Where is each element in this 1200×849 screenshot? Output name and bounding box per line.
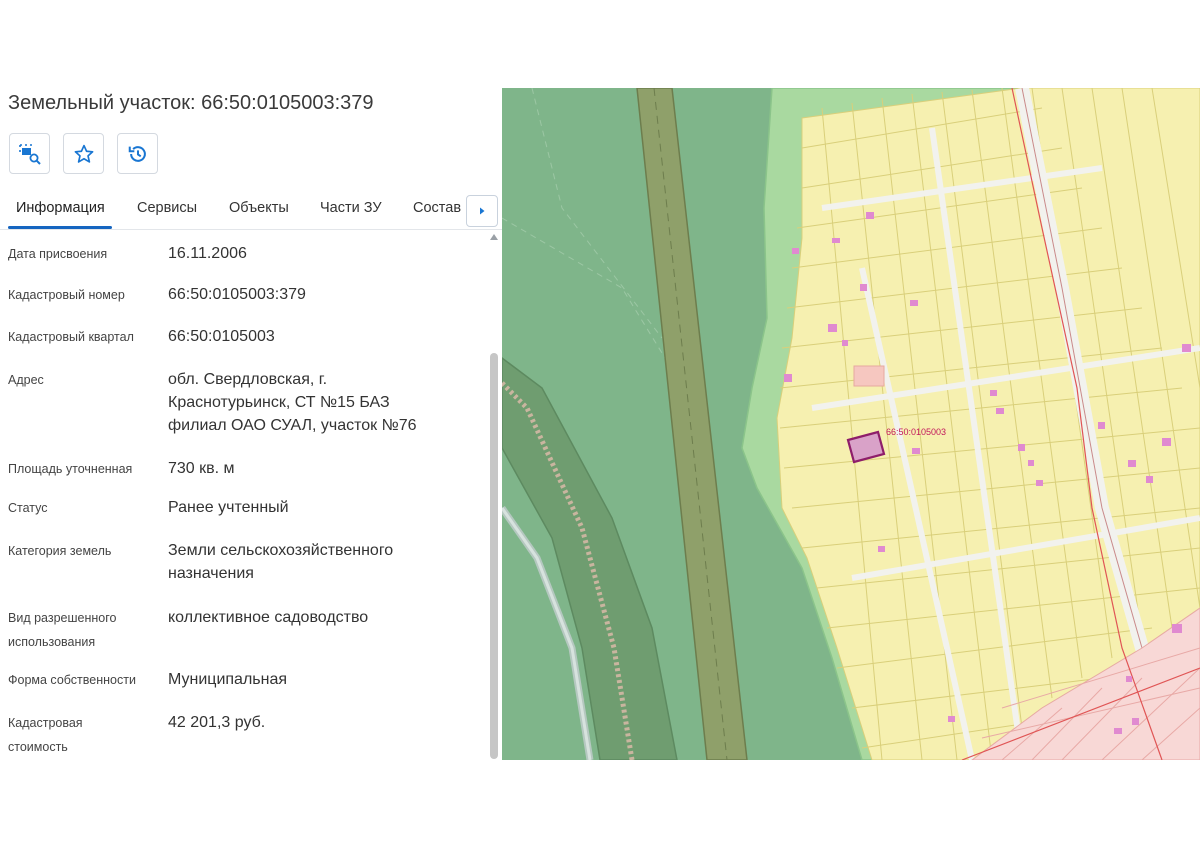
tab-services[interactable]: Сервисы: [137, 200, 197, 216]
history-button[interactable]: [117, 133, 158, 174]
favorite-button[interactable]: [63, 133, 104, 174]
field-label: Статус: [8, 501, 48, 515]
info-panel: Земельный участок: 66:50:0105003:379 Инф…: [0, 88, 502, 760]
toolbar: [9, 133, 158, 174]
scroll-up-arrow-icon[interactable]: [490, 234, 498, 240]
field-value: 42 201,3 руб.: [168, 714, 266, 731]
field-label: Форма собственности: [8, 673, 136, 687]
history-icon: [128, 145, 146, 162]
tab-land-parts[interactable]: Части ЗУ: [320, 200, 382, 216]
show-on-map-button[interactable]: [9, 133, 50, 174]
scrollbar-thumb[interactable]: [490, 353, 498, 759]
field-label: Адрес: [8, 373, 44, 387]
map-search-icon: [18, 143, 41, 165]
field-value: обл. Свердловская, г. Краснотурьинск, СТ…: [168, 371, 417, 434]
field-label: Дата присвоения: [8, 247, 108, 261]
field-label: Категория земель: [8, 544, 112, 558]
field-value: Муниципальная: [168, 671, 288, 688]
field-label: Вид разрешенного использования: [8, 611, 117, 649]
field-value: 16.11.2006: [168, 245, 247, 262]
field-value: коллективное садоводство: [168, 609, 369, 626]
panel-scrollbar[interactable]: [489, 234, 499, 760]
parcel-cadastral-label: 66:50:0105003: [886, 427, 946, 437]
field-value: 66:50:0105003:379: [168, 286, 306, 303]
field-value: 66:50:0105003: [168, 328, 275, 345]
field-label: Кадастровый номер: [8, 288, 125, 302]
field-value: Земли сельскохозяйственного назначения: [168, 542, 394, 582]
field-value: Ранее учтенный: [168, 499, 289, 516]
chevron-right-icon: [480, 207, 485, 215]
page-title: Земельный участок: 66:50:0105003:379: [8, 92, 374, 114]
tab-scroll-right-button[interactable]: [466, 195, 498, 227]
field-value: 730 кв. м: [168, 460, 235, 477]
field-label: Площадь уточненная: [8, 462, 133, 476]
tab-bar: Информация Сервисы Объекты Части ЗУ Сост…: [0, 188, 502, 230]
cadastral-map[interactable]: 66:50:0105003: [502, 88, 1200, 760]
tab-information[interactable]: Информация: [16, 200, 105, 216]
tab-objects[interactable]: Объекты: [229, 200, 289, 216]
tab-composition[interactable]: Состав: [413, 200, 461, 216]
field-label: Кадастровый квартал: [8, 330, 134, 344]
star-icon: [74, 144, 93, 163]
active-tab-indicator: [8, 226, 112, 229]
field-label: Кадастровая стоимость: [8, 716, 83, 754]
